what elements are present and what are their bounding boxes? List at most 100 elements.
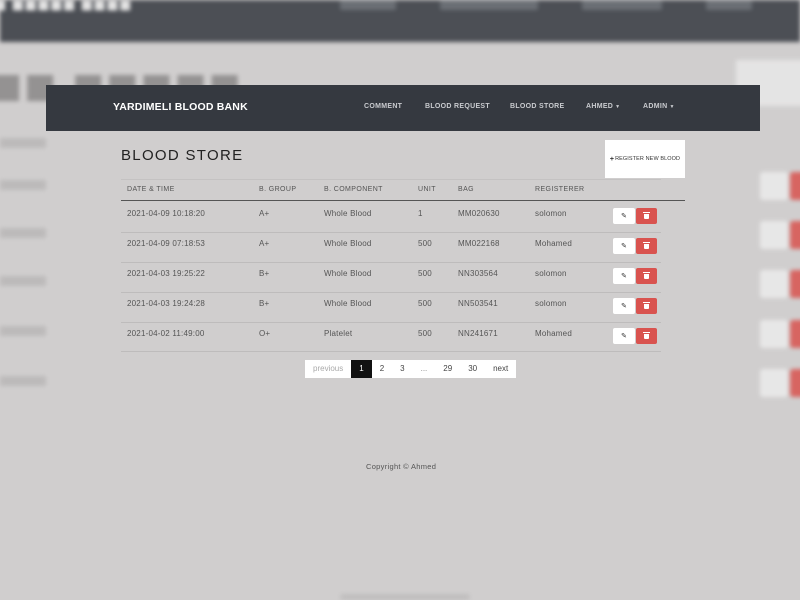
pagination-previous[interactable]: previous [305, 360, 352, 378]
column-header-component: B. COMPONENT [324, 186, 383, 193]
row-divider [121, 292, 661, 293]
pagination-next[interactable]: next [485, 360, 517, 378]
edit-button[interactable]: ✎ [613, 328, 635, 344]
cell-bag: NN241671 [458, 329, 498, 338]
pagination: previous 1 2 3 ... 29 30 next [305, 360, 517, 378]
cell-group: A+ [259, 239, 270, 248]
cell-date: 2021-04-03 19:25:22 [127, 269, 206, 278]
background-delete-button [790, 270, 800, 298]
cell-unit: 500 [418, 329, 432, 338]
column-header-date: DATE & TIME [127, 186, 175, 193]
pagination-page[interactable]: 30 [460, 360, 486, 378]
plus-icon: + [609, 155, 615, 163]
cell-date: 2021-04-02 11:49:00 [127, 329, 205, 338]
background-edit-button [760, 270, 788, 298]
background-edit-button [760, 221, 788, 249]
background-row [0, 138, 46, 148]
column-header-registerer: REGISTERER [535, 186, 585, 193]
cell-component: Whole Blood [324, 269, 372, 278]
cell-group: A+ [259, 209, 270, 218]
nav-user-label: AHMED [586, 103, 614, 110]
register-button-label: REGISTER NEW BLOOD [615, 156, 681, 162]
background-brand: ■ ■■■■■ ■■■■ [0, 0, 132, 13]
pagination-page[interactable]: 2 [371, 360, 393, 378]
cell-unit: 1 [418, 209, 423, 218]
cell-bag: NN303564 [458, 269, 498, 278]
background-edit-button [760, 369, 788, 397]
delete-button[interactable] [636, 238, 657, 254]
cell-date: 2021-04-09 07:18:53 [127, 239, 206, 248]
background-delete-button [790, 320, 800, 348]
edit-button[interactable]: ✎ [613, 238, 635, 254]
table-top-border [121, 179, 661, 180]
background-row [0, 326, 46, 336]
nav-admin-dropdown[interactable]: ADMIN ▼ [643, 103, 675, 110]
brand-logo[interactable]: YARDIMELI BLOOD BANK [113, 101, 248, 113]
row-divider [121, 232, 661, 233]
trash-icon [643, 271, 650, 279]
pagination-page[interactable]: 1 [351, 360, 372, 378]
page-title: BLOOD STORE [121, 147, 244, 164]
column-header-group: B. GROUP [259, 186, 297, 193]
cell-bag: NN503541 [458, 299, 498, 308]
background-delete-button [790, 221, 800, 249]
row-divider [121, 351, 661, 352]
edit-icon: ✎ [621, 242, 627, 250]
edit-button[interactable]: ✎ [613, 208, 635, 224]
cell-registerer: Mohamed [535, 329, 572, 338]
background-nav-link [340, 0, 396, 10]
cell-date: 2021-04-09 10:18:20 [127, 209, 206, 218]
background-row [0, 276, 46, 286]
background-delete-button [790, 369, 800, 397]
pagination-page[interactable]: 29 [435, 360, 461, 378]
cell-group: O+ [259, 329, 271, 338]
edit-icon: ✎ [621, 272, 627, 280]
nav-user-dropdown[interactable]: AHMED ▼ [586, 103, 620, 110]
column-header-unit: UNIT [418, 186, 436, 193]
footer-copyright: Copyright © Ahmed [366, 462, 437, 471]
table-header-border [121, 200, 685, 201]
nav-comment[interactable]: COMMENT [364, 103, 402, 110]
cell-component: Whole Blood [324, 239, 372, 248]
background-row [0, 376, 46, 386]
delete-button[interactable] [636, 208, 657, 224]
cell-registerer: Mohamed [535, 239, 572, 248]
background-row [0, 228, 46, 238]
cell-unit: 500 [418, 239, 432, 248]
cell-registerer: solomon [535, 299, 567, 308]
edit-icon: ✎ [621, 212, 627, 220]
cell-component: Whole Blood [324, 299, 372, 308]
cell-bag: MM022168 [458, 239, 500, 248]
cell-group: B+ [259, 299, 270, 308]
cell-date: 2021-04-03 19:24:28 [127, 299, 206, 308]
background-edit-button [760, 172, 788, 200]
pagination-page[interactable]: 3 [392, 360, 413, 378]
edit-icon: ✎ [621, 302, 627, 310]
register-new-blood-button[interactable]: + REGISTER NEW BLOOD [605, 140, 685, 178]
nav-admin-label: ADMIN [643, 103, 668, 110]
edit-button[interactable]: ✎ [613, 298, 635, 314]
background-nav-link [440, 0, 538, 10]
cell-registerer: solomon [535, 269, 567, 278]
edit-button[interactable]: ✎ [613, 268, 635, 284]
nav-blood-request[interactable]: BLOOD REQUEST [425, 103, 490, 110]
delete-button[interactable] [636, 328, 657, 344]
background-nav-link [582, 0, 662, 10]
delete-button[interactable] [636, 298, 657, 314]
background-navbar: ■ ■■■■■ ■■■■ [0, 0, 800, 42]
cell-unit: 500 [418, 299, 432, 308]
cell-group: B+ [259, 269, 270, 278]
cell-bag: MM020630 [458, 209, 500, 218]
trash-icon [643, 331, 650, 339]
background-nav-link [706, 0, 752, 10]
delete-button[interactable] [636, 268, 657, 284]
cell-registerer: solomon [535, 209, 567, 218]
pagination-ellipsis: ... [412, 360, 436, 378]
row-divider [121, 322, 661, 323]
edit-icon: ✎ [621, 332, 627, 340]
nav-blood-store[interactable]: BLOOD STORE [510, 103, 565, 110]
caret-down-icon: ▼ [615, 104, 621, 110]
background-delete-button [790, 172, 800, 200]
navbar: YARDIMELI BLOOD BANK COMMENT BLOOD REQUE… [46, 85, 760, 131]
background-edit-button [760, 320, 788, 348]
